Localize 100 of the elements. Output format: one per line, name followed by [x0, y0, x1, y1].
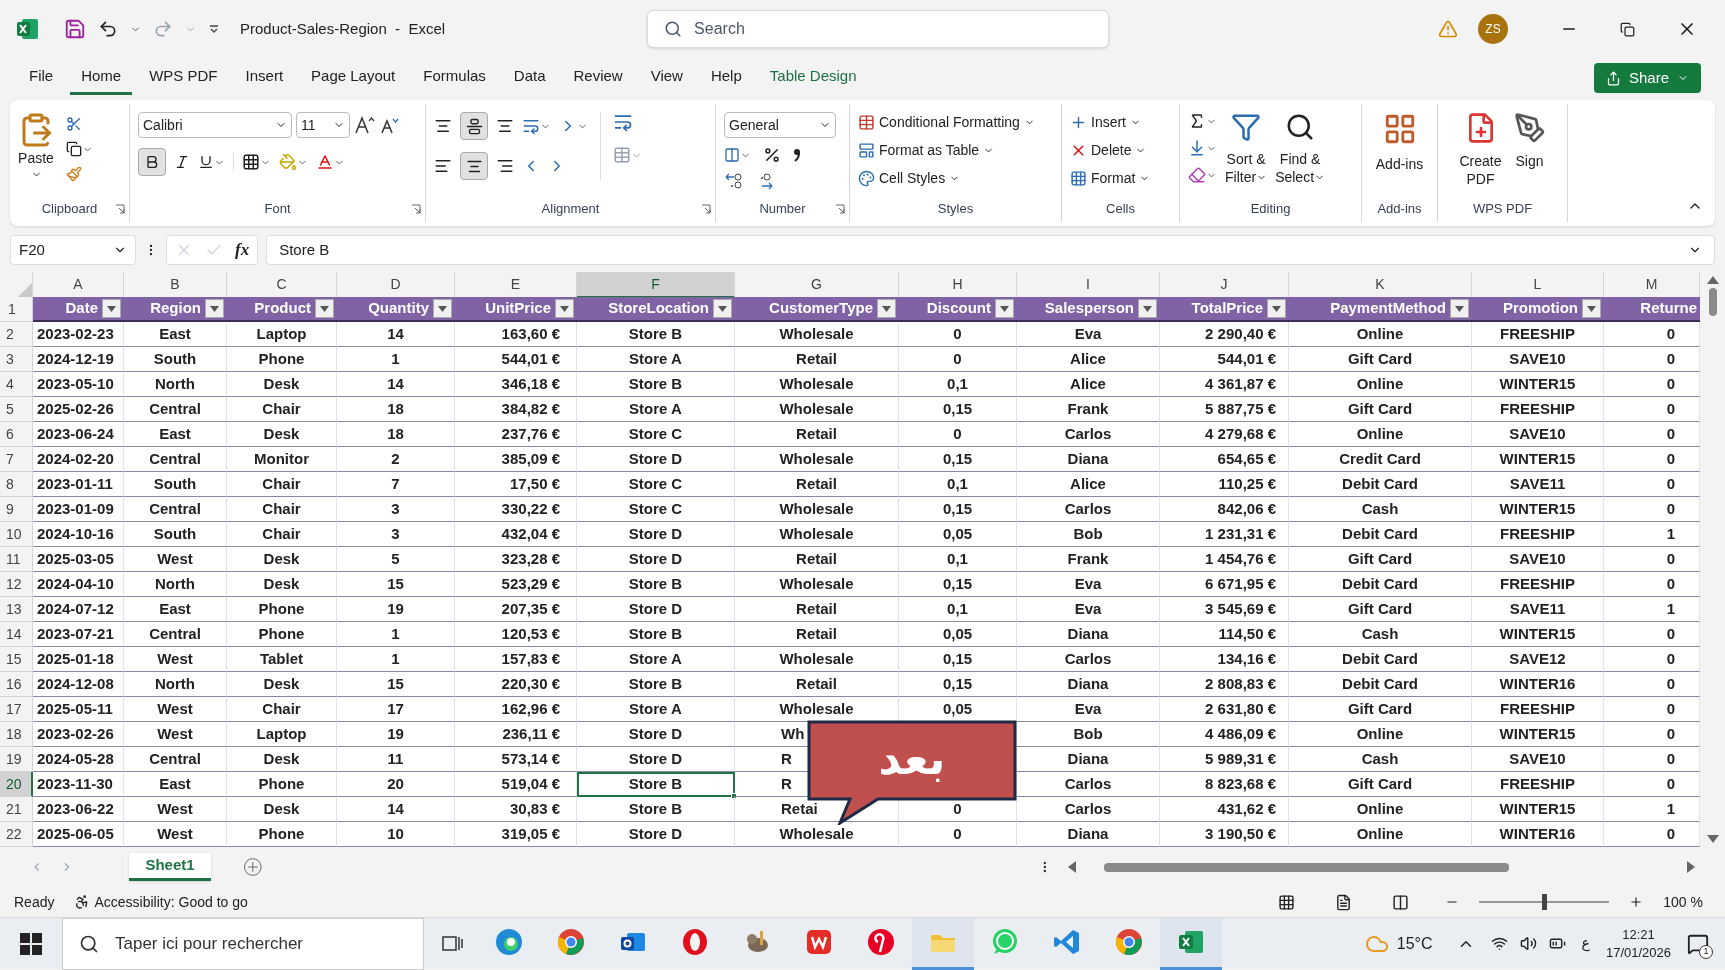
network-icon[interactable] [1490, 935, 1508, 952]
filter-dropdown[interactable] [995, 299, 1014, 318]
pin-icon[interactable] [866, 927, 896, 957]
input-language[interactable]: ع [1581, 933, 1590, 954]
row-header[interactable]: 5 [0, 397, 33, 422]
windows-start-icon[interactable] [20, 932, 42, 955]
filter-dropdown[interactable] [102, 299, 121, 318]
font-size-field[interactable]: 11 [296, 112, 350, 138]
fill-handle[interactable] [731, 793, 737, 799]
dialog-launcher-icon[interactable] [701, 204, 711, 214]
row-header[interactable]: 15 [0, 647, 33, 672]
row-header[interactable]: 6 [0, 422, 33, 447]
wrap-text-icon[interactable] [613, 112, 633, 132]
add-ins-button[interactable]: Add-ins [1370, 108, 1429, 175]
dialog-launcher-icon[interactable] [411, 204, 421, 214]
bottom-align-icon[interactable] [496, 117, 514, 135]
menu-tab[interactable]: View [639, 61, 694, 95]
menu-tab[interactable]: Review [562, 61, 634, 95]
column-header[interactable]: B [124, 272, 227, 298]
taskbar-app[interactable] [1160, 917, 1222, 970]
column-header[interactable]: J [1160, 272, 1289, 298]
comma-style-icon[interactable] [793, 148, 801, 162]
accessibility-button[interactable]: Accessibility: Good to go [74, 891, 248, 913]
sheet-tab[interactable]: Sheet1 [129, 853, 211, 881]
font-name-field[interactable]: Calibri [138, 112, 292, 138]
filter-dropdown[interactable] [1267, 299, 1286, 318]
menu-tab[interactable]: Table Design [758, 61, 868, 95]
top-align-icon[interactable] [434, 117, 452, 135]
column-header[interactable]: C [227, 272, 337, 298]
sign-button[interactable]: Sign [1513, 112, 1546, 188]
number-format-field[interactable]: General [724, 112, 836, 138]
cells-menu-button[interactable]: Format [1070, 168, 1151, 189]
task-view-icon[interactable] [442, 933, 464, 954]
copy-icon[interactable] [66, 141, 82, 157]
cells-menu-button[interactable]: Insert [1070, 112, 1141, 133]
save-icon[interactable] [64, 18, 86, 40]
column-header[interactable]: E [455, 272, 577, 298]
scroll-up-icon[interactable] [1706, 276, 1719, 284]
fill-color-icon[interactable] [279, 153, 297, 171]
filter-dropdown[interactable] [713, 299, 732, 318]
formula-input[interactable]: Store B [266, 235, 1715, 265]
menu-tab[interactable]: Data [502, 61, 557, 95]
scroll-left-icon[interactable] [1067, 861, 1076, 873]
styles-menu-button[interactable]: Cell Styles [858, 168, 961, 189]
styles-menu-button[interactable]: Format as Table [858, 140, 995, 161]
name-box[interactable]: F20 [10, 235, 136, 265]
grow-font-icon[interactable] [354, 115, 376, 135]
filter-dropdown[interactable] [1138, 299, 1157, 318]
wps-icon[interactable] [804, 927, 834, 957]
align-right-icon[interactable] [496, 157, 514, 175]
scroll-thumb[interactable] [1708, 288, 1717, 316]
format-painter-icon[interactable] [66, 166, 82, 182]
zoom-level[interactable]: 100 % [1663, 891, 1703, 913]
clear-icon[interactable] [1188, 166, 1206, 184]
undo-icon[interactable] [98, 19, 118, 39]
insert-function-button[interactable]: fx [235, 237, 250, 263]
row-header[interactable]: 12 [0, 572, 33, 597]
find-select-button[interactable]: Find & Select [1275, 112, 1326, 186]
temperature[interactable]: 15°C [1396, 931, 1433, 956]
row-header[interactable]: 22 [0, 822, 33, 847]
row-header[interactable]: 10 [0, 522, 33, 547]
row-header[interactable]: 18 [0, 722, 33, 747]
font-color-icon[interactable] [316, 153, 334, 171]
notifications-icon[interactable] [1687, 932, 1709, 955]
cut-icon[interactable] [66, 116, 82, 132]
dialog-launcher-icon[interactable] [835, 204, 845, 214]
underline-icon[interactable] [198, 154, 214, 170]
zoom-slider-thumb[interactable] [1542, 894, 1548, 910]
align-left-icon[interactable] [434, 157, 452, 175]
row-header[interactable]: 17 [0, 697, 33, 722]
scroll-right-icon[interactable] [1687, 861, 1695, 873]
row-header[interactable]: 11 [0, 547, 33, 572]
scroll-down-icon[interactable] [1706, 835, 1719, 843]
percent-icon[interactable] [763, 146, 781, 164]
column-header[interactable]: I [1017, 272, 1160, 298]
row-header[interactable]: 20 [0, 772, 33, 797]
add-sheet-icon[interactable] [242, 857, 263, 877]
filter-dropdown[interactable] [555, 299, 574, 318]
column-header[interactable]: A [33, 272, 124, 298]
menu-tab[interactable]: WPS PDF [138, 61, 229, 95]
filter-dropdown[interactable] [877, 299, 896, 318]
horizontal-scrollbar[interactable] [1067, 859, 1695, 875]
row-header[interactable]: 7 [0, 447, 33, 472]
filter-dropdown[interactable] [433, 299, 452, 318]
menu-tab[interactable]: Page Layout [300, 61, 407, 95]
volume-icon[interactable] [1519, 935, 1537, 952]
column-header[interactable]: K [1289, 272, 1472, 298]
menu-tab[interactable]: File [18, 61, 65, 95]
filter-dropdown[interactable] [205, 299, 224, 318]
column-header[interactable]: L [1472, 272, 1604, 298]
middle-align-toggle[interactable] [460, 112, 488, 140]
merge-icon[interactable] [613, 146, 631, 164]
search-field[interactable]: Search [647, 10, 1110, 48]
sort-filter-button[interactable]: Sort & Filter [1225, 112, 1268, 186]
italic-icon[interactable] [174, 154, 190, 170]
create-pdf-button[interactable]: Create PDF [1459, 112, 1502, 188]
chrome-icon[interactable] [556, 927, 586, 957]
menu-tab[interactable]: Help [699, 61, 753, 95]
opera-icon[interactable] [680, 927, 710, 957]
row-header[interactable]: 1 [0, 297, 33, 322]
